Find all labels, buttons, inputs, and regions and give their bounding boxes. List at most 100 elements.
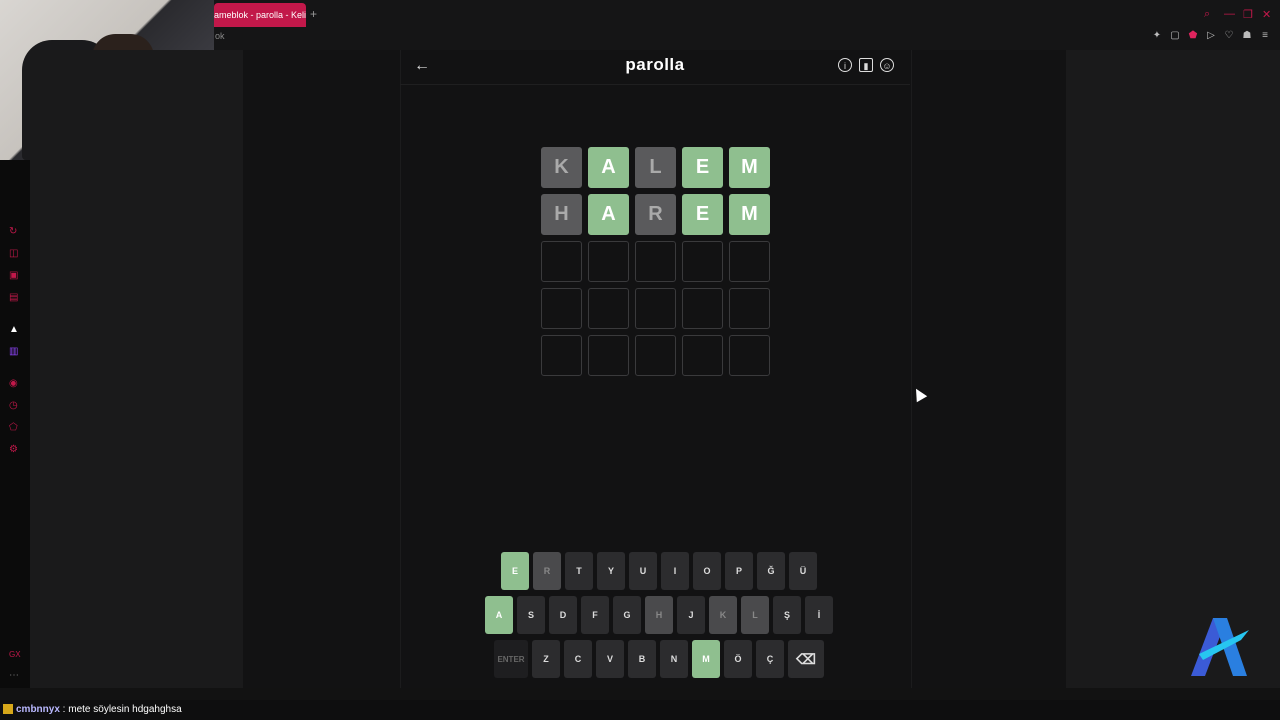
info-icon[interactable]: i [838,58,852,72]
key-i[interactable]: I [661,552,689,590]
key-f[interactable]: F [581,596,609,634]
keyboard-row: ASDFGHJKLŞİ [485,596,833,634]
board-tile [635,241,676,282]
board-tile: M [729,147,770,188]
board-tile [635,335,676,376]
board-tile [541,335,582,376]
left-panel [30,50,243,688]
board-tile: A [588,194,629,235]
bag-icon[interactable]: ◫ [9,248,18,259]
chat-overlay: cmbnnyx : mete söylesin hdgahghsa [0,700,1280,720]
key-l[interactable]: L [741,596,769,634]
chat-message: : mete söylesin hdgahghsa [59,704,182,715]
board-tile [541,288,582,329]
key-p[interactable]: P [725,552,753,590]
gmail-icon[interactable]: ▤ [9,292,18,303]
back-arrow-icon[interactable]: ← [414,57,430,75]
key-v[interactable]: V [596,640,624,678]
stats-icon[interactable]: ▮ [859,58,873,72]
board-tile [588,288,629,329]
game-title: parolla [625,55,685,74]
key-ğ[interactable]: Ğ [757,552,785,590]
browser-tab[interactable]: ameblok - parolla - Keli [214,3,306,27]
key-a[interactable]: A [485,596,513,634]
board-row [541,335,770,376]
key-t[interactable]: T [565,552,593,590]
board-tile [729,241,770,282]
history-icon[interactable]: ◷ [9,400,18,411]
key-e[interactable]: E [501,552,529,590]
snapshot-icon[interactable]: ▢ [1170,30,1180,41]
keyboard-row: ERTYUIOPĞÜ [494,552,824,590]
board-tile [588,241,629,282]
twitch-icon[interactable]: ▥ [9,346,18,357]
key-d[interactable]: D [549,596,577,634]
board-tile [729,335,770,376]
board-tile [729,288,770,329]
board-tile: A [588,147,629,188]
board-tile [682,241,723,282]
game-board: KALEM HAREM [541,147,770,382]
chat-username: cmbnnyx [16,704,60,715]
key-r[interactable]: R [533,552,561,590]
app-icon[interactable]: ▲ [9,324,19,335]
key-ş[interactable]: Ş [773,596,801,634]
board-tile: H [541,194,582,235]
search-icon[interactable]: ⌕ [1204,8,1210,21]
minimize-icon[interactable]: — [1224,8,1235,20]
new-tab-button[interactable]: + [310,7,317,21]
board-tile: M [729,194,770,235]
board-row [541,241,770,282]
board-row: HAREM [541,194,770,235]
play-icon[interactable]: ▷ [1206,30,1216,41]
board-tile: R [635,194,676,235]
key-n[interactable]: N [660,640,688,678]
key-c[interactable]: C [564,640,592,678]
board-row: KALEM [541,147,770,188]
board-tile [635,288,676,329]
pin-icon[interactable]: ✦ [1152,30,1162,41]
key-k[interactable]: K [709,596,737,634]
menu-icon[interactable]: ≡ [1260,30,1270,41]
key-ü[interactable]: Ü [789,552,817,590]
backspace-key[interactable]: ⌫ [788,640,824,678]
board-row [541,288,770,329]
right-panel [1066,50,1280,688]
board-tile: K [541,147,582,188]
more-icon[interactable]: ⋯ [9,670,19,681]
account-icon[interactable]: ☺ [880,58,894,72]
key-ç[interactable]: Ç [756,640,784,678]
gx-icon[interactable]: GX [9,650,21,659]
key-h[interactable]: H [645,596,673,634]
heart-icon[interactable]: ♡ [1224,30,1234,41]
key-z[interactable]: Z [532,640,560,678]
key-u[interactable]: U [629,552,657,590]
key-y[interactable]: Y [597,552,625,590]
key-m[interactable]: M [692,640,720,678]
restore-icon[interactable]: ❐ [1243,8,1253,21]
shield-icon[interactable]: ⬟ [1188,30,1198,41]
key-o[interactable]: O [693,552,721,590]
key-ö[interactable]: Ö [724,640,752,678]
key-s[interactable]: S [517,596,545,634]
refresh-icon[interactable]: ↻ [9,226,17,237]
board-tile [682,288,723,329]
close-window-icon[interactable]: ✕ [1262,8,1271,21]
player-icon[interactable]: ◉ [9,378,18,389]
browser-sidebar: ↻ ◫ ▣ ▤ ▲ ▥ ◉ ◷ ⬠ ⚙ GX ⋯ [0,160,30,688]
key-b[interactable]: B [628,640,656,678]
key-g[interactable]: G [613,596,641,634]
sub-badge-icon [3,704,13,715]
settings-icon[interactable]: ⚙ [9,444,18,455]
browser-toolbar: ✦ ▢ ⬟ ▷ ♡ ☗ ≡ [1152,30,1270,41]
board-tile [588,335,629,376]
profile-icon[interactable]: ☗ [1242,30,1252,41]
messenger-icon[interactable]: ▣ [9,270,18,281]
key-j[interactable]: J [677,596,705,634]
extensions-icon[interactable]: ⬠ [9,422,18,433]
enter-key[interactable]: ENTER [494,640,528,678]
board-tile [541,241,582,282]
key-i̇[interactable]: İ [805,596,833,634]
board-tile: E [682,194,723,235]
address-bar-text[interactable]: ok [215,31,225,41]
